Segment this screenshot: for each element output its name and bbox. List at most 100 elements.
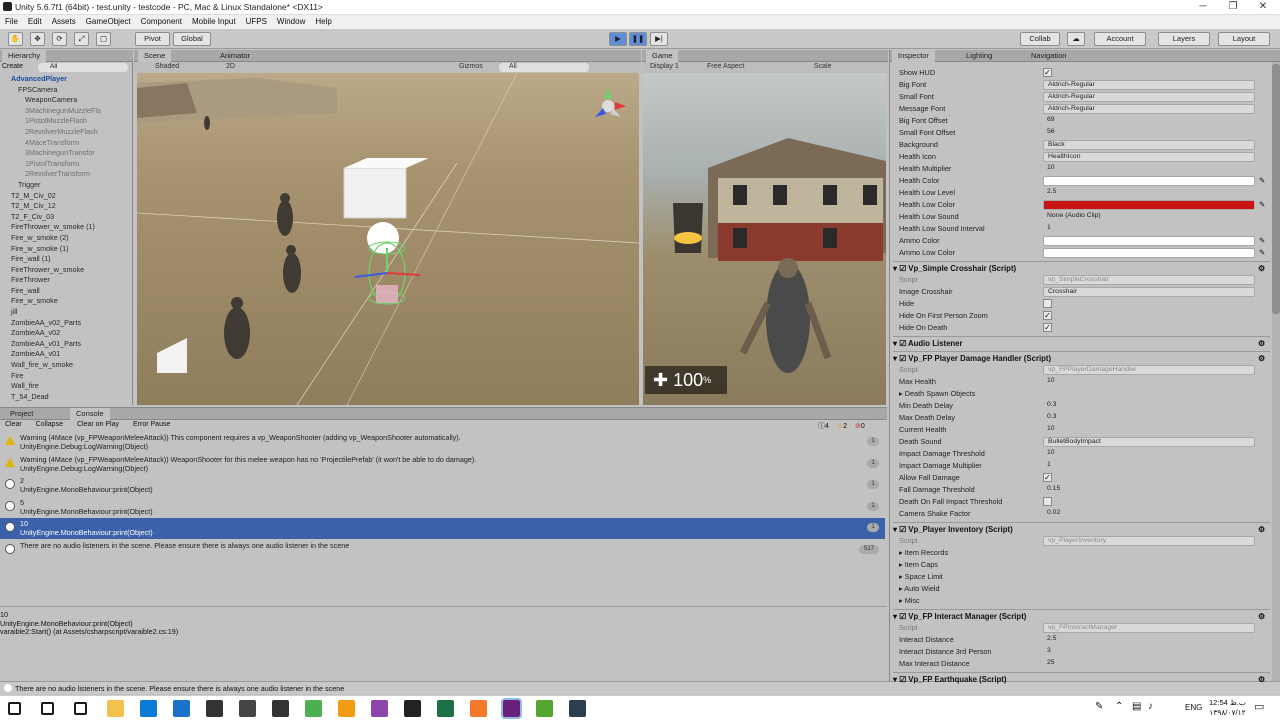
component-header[interactable]: ▾ ☑ Vp_Simple Crosshair (Script) ⚙: [893, 261, 1270, 274]
notepad-plus-icon[interactable]: [536, 700, 553, 717]
property-checkbox[interactable]: [1043, 299, 1052, 308]
property-value[interactable]: 0.3: [1043, 413, 1255, 423]
scale-slider[interactable]: Scale: [814, 63, 832, 70]
hierarchy-item[interactable]: Fire_w_smoke (2): [0, 233, 133, 244]
hierarchy-item[interactable]: Fire_w_smoke: [0, 296, 133, 307]
component-header[interactable]: ▾ ☑ Audio Listener ⚙: [893, 336, 1270, 349]
gear-icon[interactable]: ⚙: [1258, 673, 1265, 686]
hierarchy-item[interactable]: 2RevolverMuzzleFlash: [0, 127, 133, 138]
inspector-scrollbar[interactable]: [1272, 62, 1280, 681]
excel-icon[interactable]: [437, 700, 454, 717]
store-icon[interactable]: [140, 700, 157, 717]
menu-help[interactable]: Help: [310, 15, 336, 28]
hierarchy-item[interactable]: 1PistolTransform: [0, 159, 133, 170]
hierarchy-item[interactable]: 3MachinegunTransfor: [0, 148, 133, 159]
property-value[interactable]: 10: [1043, 377, 1255, 387]
tab-lighting[interactable]: Lighting: [960, 50, 998, 62]
property-value[interactable]: 1: [1043, 461, 1255, 471]
property-value[interactable]: 25: [1043, 659, 1255, 669]
console-clear-button[interactable]: Clear: [2, 421, 25, 428]
component-enable-checkbox[interactable]: ☑: [899, 612, 908, 621]
edge-icon[interactable]: [173, 700, 190, 717]
component-enable-checkbox[interactable]: ☑: [899, 339, 908, 348]
chevron-up-icon[interactable]: ⌃: [1115, 701, 1123, 712]
volume-icon[interactable]: ♪: [1148, 701, 1153, 712]
component-header[interactable]: ▾ ☑ Vp_FP Earthquake (Script) ⚙: [893, 672, 1270, 685]
color-swatch[interactable]: [1043, 176, 1255, 186]
object-field[interactable]: HealthIcon: [1043, 152, 1255, 162]
component-enable-checkbox[interactable]: ☑: [899, 264, 908, 273]
inspector-scroll-thumb[interactable]: [1272, 64, 1280, 314]
property-value[interactable]: 2.5: [1043, 635, 1255, 645]
property-value[interactable]: 0.02: [1043, 509, 1255, 519]
hierarchy-item[interactable]: 3MachinegunMuzzleFla: [0, 106, 133, 117]
property-checkbox[interactable]: ✓: [1043, 323, 1052, 332]
object-field[interactable]: Aldrich-Regular: [1043, 92, 1255, 102]
game-viewport[interactable]: ✚ 100%: [643, 73, 886, 405]
info-count-icon[interactable]: ⓘ: [818, 423, 825, 430]
browser-icon[interactable]: [338, 700, 355, 717]
global-toggle[interactable]: Global: [173, 32, 211, 46]
foldout-label[interactable]: Misc: [905, 596, 920, 605]
property-value[interactable]: 10: [1043, 449, 1255, 459]
property-value[interactable]: 56: [1043, 128, 1255, 138]
collab-button[interactable]: Collab: [1020, 32, 1060, 46]
component-header[interactable]: ▾ ☑ Vp_FP Player Damage Handler (Script)…: [893, 351, 1270, 364]
camera-icon[interactable]: [206, 700, 223, 717]
chrome-icon[interactable]: [305, 700, 322, 717]
rotate-tool-icon[interactable]: ⟳: [52, 32, 67, 46]
component-header[interactable]: ▾ ☑ Vp_FP Interact Manager (Script) ⚙: [893, 609, 1270, 622]
hierarchy-item[interactable]: WeaponCamera: [0, 95, 133, 106]
tab-inspector[interactable]: Inspector: [892, 50, 935, 62]
foldout-label[interactable]: Item Caps: [905, 560, 938, 569]
toggle-2d-button[interactable]: 2D: [226, 63, 235, 70]
foldout-label[interactable]: Item Records: [905, 548, 948, 557]
display-dropdown[interactable]: Display 1: [650, 63, 679, 70]
foldout-label[interactable]: Auto Wield: [904, 584, 939, 593]
property-value[interactable]: 2.5: [1043, 188, 1255, 198]
gear-icon[interactable]: ⚙: [1258, 337, 1265, 350]
property-value[interactable]: 10: [1043, 164, 1255, 174]
hand-tool-icon[interactable]: ✋: [8, 32, 23, 46]
close-icon[interactable]: ✕: [1245, 0, 1280, 15]
hierarchy-item[interactable]: FireThrower_w_smoke (1): [0, 222, 133, 233]
menu-assets[interactable]: Assets: [47, 15, 81, 28]
object-field[interactable]: Aldrich-Regular: [1043, 80, 1255, 90]
scale-tool-icon[interactable]: ⤢: [74, 32, 89, 46]
tab-console[interactable]: Console: [70, 408, 110, 420]
file-explorer-icon[interactable]: [107, 700, 124, 717]
component-enable-checkbox[interactable]: ☑: [899, 525, 908, 534]
hierarchy-item[interactable]: ZombieAA_v02_Parts: [0, 318, 133, 329]
property-value[interactable]: 69: [1043, 116, 1255, 126]
menu-edit[interactable]: Edit: [23, 15, 47, 28]
console-row[interactable]: 2 UnityEngine.MonoBehaviour:print(Object)…: [0, 475, 885, 496]
create-dropdown[interactable]: Create: [2, 63, 23, 70]
hierarchy-item[interactable]: ZombieAA_v01: [0, 349, 133, 360]
pivot-toggle[interactable]: Pivot: [135, 32, 170, 46]
hierarchy-item[interactable]: Fire_wall: [0, 286, 133, 297]
hierarchy-item[interactable]: jill: [0, 307, 133, 318]
unity-icon[interactable]: [404, 700, 421, 717]
pause-button[interactable]: ❚❚: [629, 32, 647, 46]
color-swatch[interactable]: [1043, 248, 1255, 258]
gizmos-dropdown[interactable]: Gizmos: [459, 63, 483, 70]
tab-project[interactable]: Project: [4, 408, 39, 420]
tab-hierarchy[interactable]: Hierarchy: [2, 50, 47, 62]
property-value[interactable]: 0.3: [1043, 401, 1255, 411]
hierarchy-item[interactable]: FireThrower: [0, 275, 133, 286]
console-row[interactable]: There are no audio listeners in the scen…: [0, 540, 885, 561]
blender-icon[interactable]: [470, 700, 487, 717]
foldout-label[interactable]: Death Spawn Objects: [905, 389, 976, 398]
winrar-icon[interactable]: [371, 700, 388, 717]
eyedropper-icon[interactable]: ✎: [1259, 235, 1265, 247]
console-error-pause-button[interactable]: Error Pause: [130, 421, 173, 428]
hierarchy-item[interactable]: AdvancedPlayer: [0, 74, 133, 85]
console-row[interactable]: 10 UnityEngine.MonoBehaviour:print(Object…: [0, 518, 885, 539]
hierarchy-item[interactable]: T2_M_Civ_12: [0, 201, 133, 212]
console-row[interactable]: Warning (4Mace (vp_FPWeaponMeleeAttack))…: [0, 432, 885, 453]
move-tool-icon[interactable]: ✥: [30, 32, 45, 46]
tab-game[interactable]: Game: [646, 50, 679, 62]
component-enable-checkbox[interactable]: ☑: [899, 354, 908, 363]
visual-studio-icon[interactable]: [501, 698, 522, 719]
hierarchy-item[interactable]: Fire: [0, 371, 133, 382]
